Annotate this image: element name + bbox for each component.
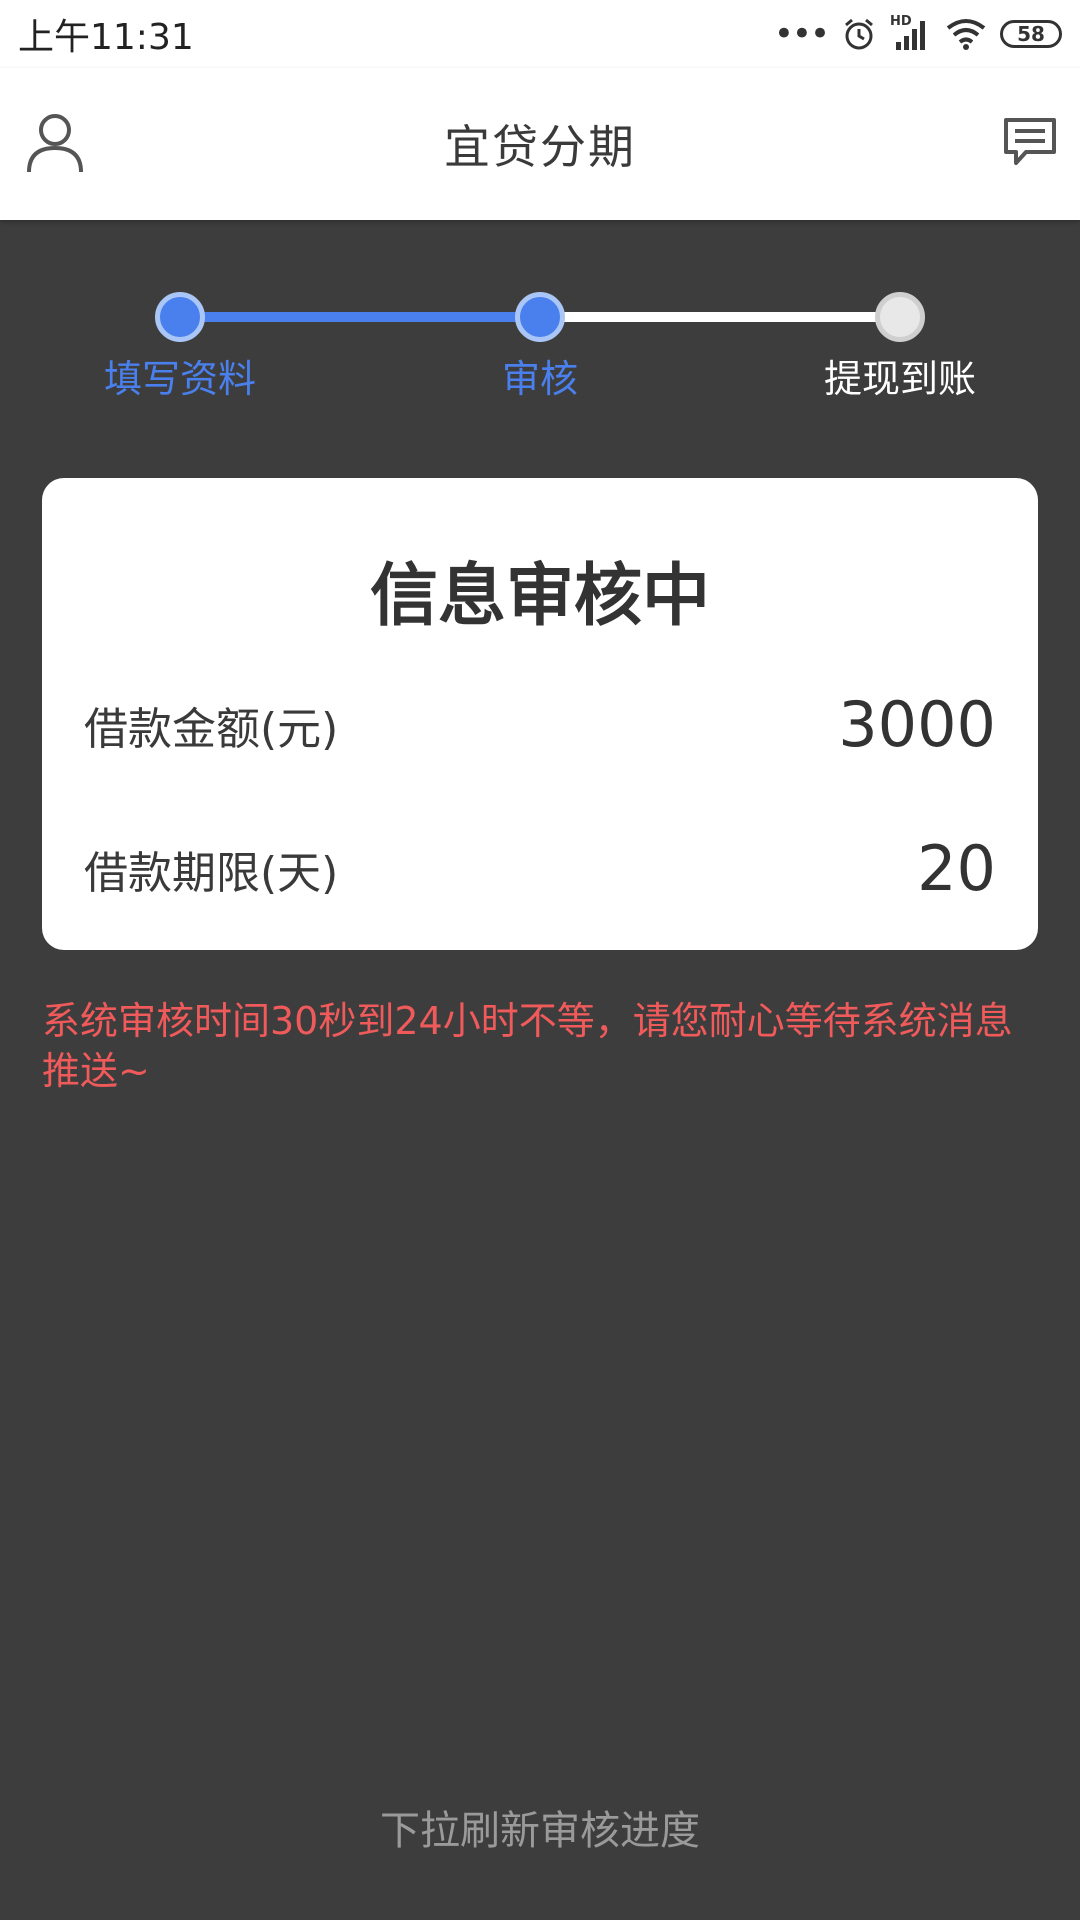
progress-stepper: 填写资料 审核 提现到账 <box>0 220 1080 470</box>
signal-indicator: HD <box>890 14 932 52</box>
step-label-withdraw: 提现到账 <box>823 357 976 401</box>
loan-amount-label: 借款金额(元) <box>84 703 339 755</box>
loan-amount-row: 借款金额(元) 3000 <box>84 688 996 761</box>
pull-refresh-hint: 下拉刷新审核进度 <box>380 1808 700 1854</box>
wifi-icon <box>946 19 986 50</box>
loan-term-value: 20 <box>917 832 996 905</box>
signal-icon <box>896 21 925 50</box>
loan-amount-value: 3000 <box>838 688 996 761</box>
message-icon[interactable] <box>1002 116 1058 172</box>
page-title: 宜贷分期 <box>444 120 636 174</box>
more-dots-icon: ••• <box>773 14 830 54</box>
step-dot-review <box>515 292 565 342</box>
app-bar: 宜贷分期 <box>0 68 1080 220</box>
status-icons: ••• HD 58 <box>774 14 1062 54</box>
status-bar: 上午11:31 ••• HD 58 <box>0 0 1080 68</box>
person-icon[interactable] <box>26 112 84 178</box>
loan-term-row: 借款期限(天) 20 <box>84 832 996 905</box>
status-time: 上午11:31 <box>18 17 194 58</box>
step-label-fill-info: 填写资料 <box>103 357 256 401</box>
battery-indicator: 58 <box>1000 20 1062 48</box>
stepper-track-pending <box>538 312 900 322</box>
loan-term-label: 借款期限(天) <box>84 847 339 899</box>
alarm-icon <box>845 18 873 50</box>
stepper-track-completed <box>180 312 538 322</box>
review-status-card: 信息审核中 借款金额(元) 3000 借款期限(天) 20 <box>42 478 1038 950</box>
card-title: 信息审核中 <box>369 557 710 636</box>
step-label-review: 审核 <box>501 357 578 401</box>
step-dot-withdraw <box>875 292 925 342</box>
step-dot-fill-info <box>155 292 205 342</box>
review-notice: 系统审核时间30秒到24小时不等，请您耐心等待系统消息推送~ <box>42 999 1013 1093</box>
battery-level: 58 <box>1017 22 1045 46</box>
